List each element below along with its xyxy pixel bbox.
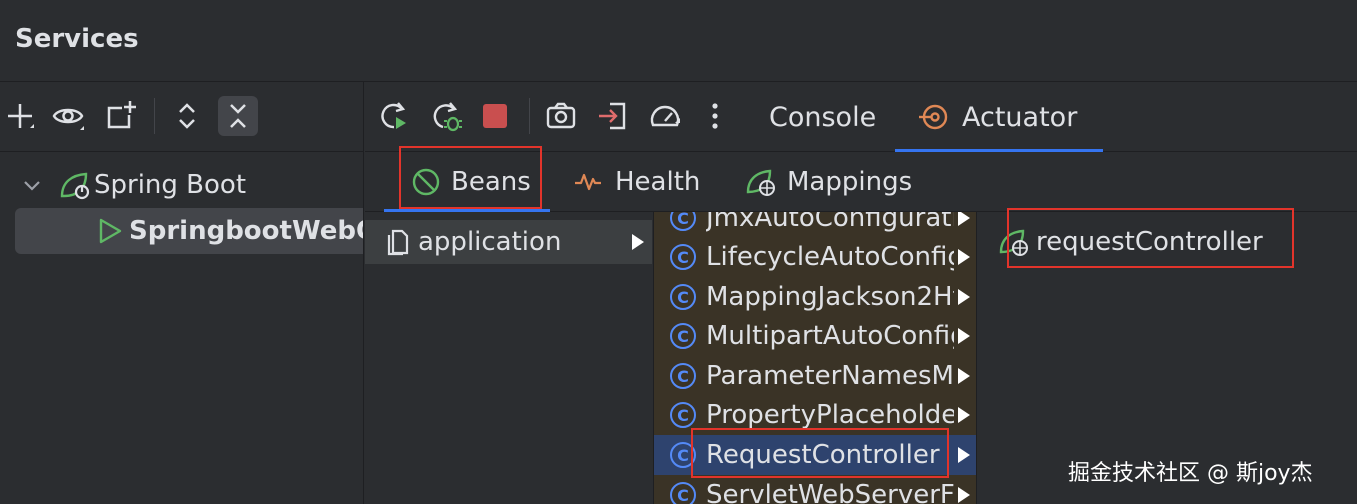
tab-beans[interactable]: Beans [384,152,550,212]
tree-node-springboot-app[interactable]: SpringbootWebQ [15,208,364,254]
tab-actuator[interactable]: Actuator [894,82,1104,152]
tab-label: Actuator [962,101,1078,133]
toolbar-divider [154,98,155,134]
actuator-sub-tabs: Beans Health Mappings [365,152,1357,212]
tab-label: Beans [451,167,531,197]
list-item-label: application [418,227,562,257]
list-item-label: MultipartAutoConfig [706,321,954,351]
expand-collapse-icon[interactable] [167,96,207,136]
list-item[interactable]: C JmxAutoConfigurati [654,212,976,238]
list-item-label: JmxAutoConfigurati [706,212,954,233]
services-toolbar [0,82,363,152]
actuator-icon [918,102,948,132]
tab-health[interactable]: Health [573,152,700,212]
tab-label: Console [769,101,877,133]
rerun-icon[interactable] [373,96,413,136]
chevron-right-icon [958,368,970,384]
contexts-column: application [365,212,652,504]
list-item-label: requestController [1036,227,1263,257]
list-item[interactable]: C MappingJackson2Ht [654,277,976,317]
class-icon: C [670,402,696,428]
tree-node-spring-boot[interactable]: Spring Boot [0,162,363,208]
chevron-right-icon [632,234,644,250]
rerun-debug-icon[interactable] [425,96,465,136]
chevron-down-icon[interactable] [22,175,42,195]
list-item-application[interactable]: application [365,220,652,264]
list-item-request-controller[interactable]: requestController [998,220,1263,264]
beans-icon [411,167,441,197]
chevron-right-icon [958,328,970,344]
run-icon [97,217,123,245]
toolbar-divider [529,98,530,134]
snapshot-icon[interactable] [541,96,581,136]
web-bean-icon [998,226,1030,258]
list-item[interactable]: C ParameterNamesMo [654,356,976,396]
chevron-right-icon [958,407,970,423]
class-icon: C [670,212,696,231]
tool-window-header: Services [0,0,1357,82]
tree-node-label: SpringbootWebQ [129,216,364,246]
eye-icon[interactable] [48,96,88,136]
list-item-label: ServletWebServerFa [706,480,954,504]
beans-column: C JmxAutoConfigurati C LifecycleAutoConf… [653,212,977,504]
list-item-label: MappingJackson2Ht [706,282,954,312]
tree-node-label: Spring Boot [94,170,247,200]
context-icon [387,228,409,256]
class-icon: C [670,482,696,504]
list-item-selected[interactable]: C RequestController [654,435,976,475]
spring-boot-icon [58,170,92,200]
tab-console[interactable]: Console [769,82,876,152]
run-toolbar: Console Actuator [365,82,1357,152]
list-item-label: PropertyPlaceholde [706,400,954,430]
list-item-label: ParameterNamesMo [706,361,954,391]
services-tree-panel: Spring Boot SpringbootWebQ [0,82,364,504]
tab-label: Health [615,167,701,197]
add-icon[interactable] [0,96,40,136]
tab-mappings[interactable]: Mappings [745,152,912,212]
chevron-right-icon [958,249,970,265]
close-icon[interactable] [218,96,258,136]
class-icon: C [670,284,696,310]
exit-icon[interactable] [593,96,633,136]
health-icon [573,167,603,197]
chevron-right-icon [958,487,970,503]
stop-icon[interactable] [475,96,515,136]
list-item[interactable]: C MultipartAutoConfig [654,316,976,356]
list-item-label: LifecycleAutoConfig [706,242,954,272]
class-icon: C [670,323,696,349]
class-icon: C [670,442,696,468]
window-title: Services [15,24,139,54]
new-group-icon[interactable] [100,96,140,136]
chevron-right-icon [958,289,970,305]
list-item[interactable]: C PropertyPlaceholde [654,395,976,435]
class-icon: C [670,363,696,389]
mappings-icon [745,166,777,198]
more-icon[interactable] [695,96,735,136]
chevron-right-icon [958,212,970,226]
dashboard-icon[interactable] [645,96,685,136]
watermark: 掘金技术社区 @ 斯joy杰 [1068,461,1313,486]
tab-label: Mappings [787,167,913,197]
list-item[interactable]: C ServletWebServerFa [654,475,976,504]
list-item-label: RequestController [706,440,940,470]
class-icon: C [670,244,696,270]
chevron-right-icon [958,447,970,463]
list-item[interactable]: C LifecycleAutoConfig [654,237,976,277]
